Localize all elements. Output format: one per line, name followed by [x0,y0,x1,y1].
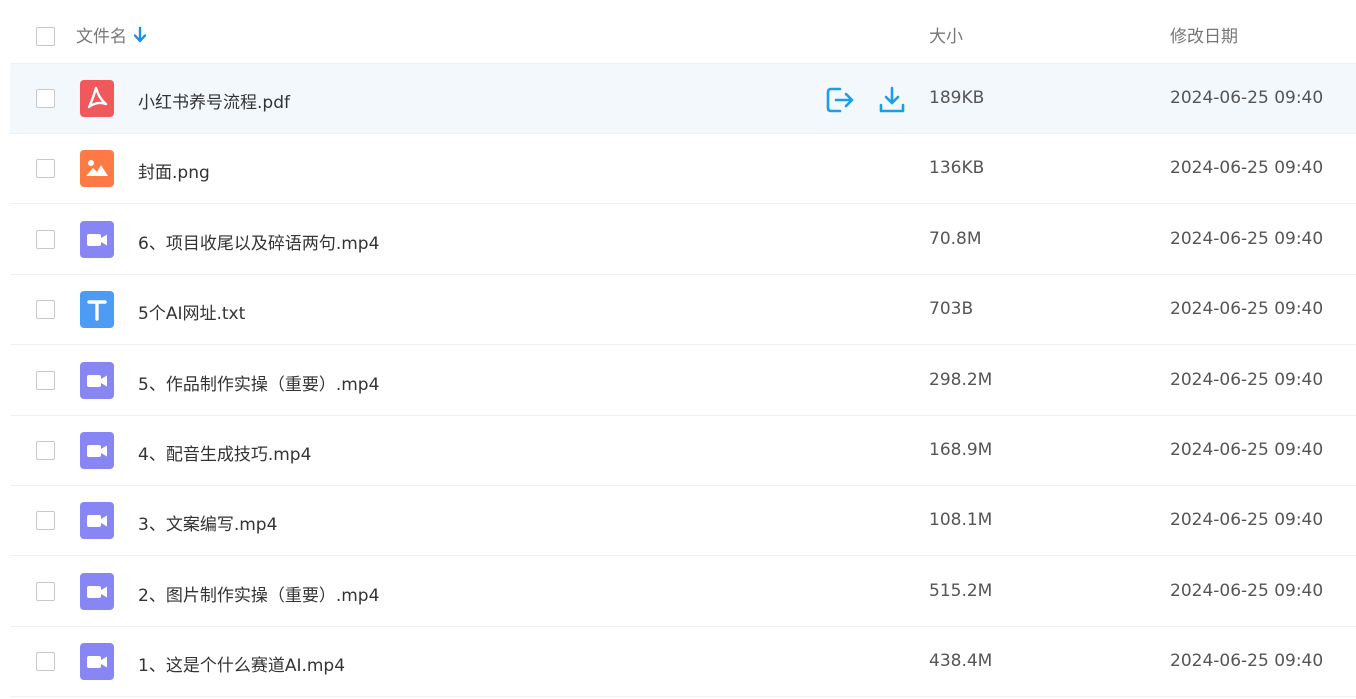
file-modified-date: 2024-06-25 09:40 [1170,88,1324,108]
file-name[interactable]: 5个AI网址.txt [138,299,245,324]
file-modified-date: 2024-06-25 09:40 [1170,228,1324,249]
column-header-name[interactable]: 文件名 [76,22,147,47]
table-row[interactable]: 5、作品制作实操（重要）.mp4 298.2M 2024-06-25 09:40 [10,346,1356,416]
table-row[interactable]: 封面.png 136KB 2024-06-25 09:40 [10,134,1356,205]
table-row[interactable]: 4、配音生成技巧.mp4 168.9M 2024-06-25 09:40 [10,416,1356,486]
video-file-icon [80,432,114,469]
table-row[interactable]: 3、文案编写.mp4 108.1M 2024-06-25 09:40 [10,486,1356,557]
file-name[interactable]: 5、作品制作实操（重要）.mp4 [138,370,379,395]
file-name[interactable]: 1、这是个什么赛道AI.mp4 [138,651,345,676]
row-checkbox[interactable] [36,652,55,672]
file-name[interactable]: 3、文案编写.mp4 [138,510,277,535]
file-modified-date: 2024-06-25 09:40 [1170,369,1324,390]
video-file-icon [80,643,114,681]
file-size: 108.1M [929,510,993,531]
column-header-name-label: 文件名 [76,27,127,47]
file-size: 703B [929,299,974,320]
row-checkbox[interactable] [36,581,55,601]
file-size: 515.2M [929,580,993,601]
text-file-icon [80,291,114,329]
video-file-icon [80,220,114,258]
file-size: 136KB [929,158,985,179]
file-size: 168.9M [929,440,993,460]
column-header-date[interactable]: 修改日期 [1170,22,1238,47]
table-row[interactable]: 5个AI网址.txt 703B 2024-06-25 09:40 [10,275,1356,346]
table-row[interactable]: 小红书养号流程.pdf 189KB 2024-06-25 09:40 [10,64,1356,134]
file-size: 70.8M [929,228,982,249]
file-name[interactable]: 6、项目收尾以及碎语两句.mp4 [138,229,379,254]
file-name[interactable]: 4、配音生成技巧.mp4 [138,440,311,465]
row-checkbox[interactable] [36,159,55,179]
arrow-down-icon[interactable] [133,26,147,44]
table-row[interactable]: 1、这是个什么赛道AI.mp4 438.4M 2024-06-25 09:40 [10,627,1356,698]
file-modified-date: 2024-06-25 09:40 [1170,158,1324,179]
file-size: 298.2M [929,369,993,390]
column-header-size[interactable]: 大小 [929,22,963,47]
download-icon[interactable] [877,85,907,115]
file-name[interactable]: 小红书养号流程.pdf [138,88,290,113]
video-file-icon [80,572,114,610]
row-checkbox[interactable] [36,300,55,320]
file-modified-date: 2024-06-25 09:40 [1170,651,1324,672]
file-size: 189KB [929,88,985,108]
file-modified-date: 2024-06-25 09:40 [1170,580,1324,601]
table-row[interactable]: 2、图片制作实操（重要）.mp4 515.2M 2024-06-25 09:40 [10,557,1356,627]
file-size: 438.4M [929,651,993,672]
row-checkbox[interactable] [36,229,55,249]
row-checkbox[interactable] [36,370,55,390]
image-file-icon [80,150,114,188]
video-file-icon [80,502,114,540]
file-name[interactable]: 2、图片制作实操（重要）.mp4 [138,581,379,606]
file-modified-date: 2024-06-25 09:40 [1170,510,1324,531]
table-row[interactable]: 6、项目收尾以及碎语两句.mp4 70.8M 2024-06-25 09:40 [10,205,1356,275]
row-checkbox[interactable] [36,89,55,108]
video-file-icon [80,361,114,399]
file-modified-date: 2024-06-25 09:40 [1170,440,1324,460]
table-header: 文件名 大小 修改日期 [10,0,1356,64]
file-name[interactable]: 封面.png [138,158,210,183]
row-checkbox[interactable] [36,511,55,531]
file-list: 文件名 大小 修改日期 小红书养号流程.pdf 189KB 2024-06-25 0… [0,0,1356,699]
pdf-file-icon [80,80,114,117]
select-all-checkbox[interactable] [36,27,55,46]
file-modified-date: 2024-06-25 09:40 [1170,299,1324,320]
row-checkbox[interactable] [36,441,55,460]
share-icon[interactable] [825,85,855,115]
